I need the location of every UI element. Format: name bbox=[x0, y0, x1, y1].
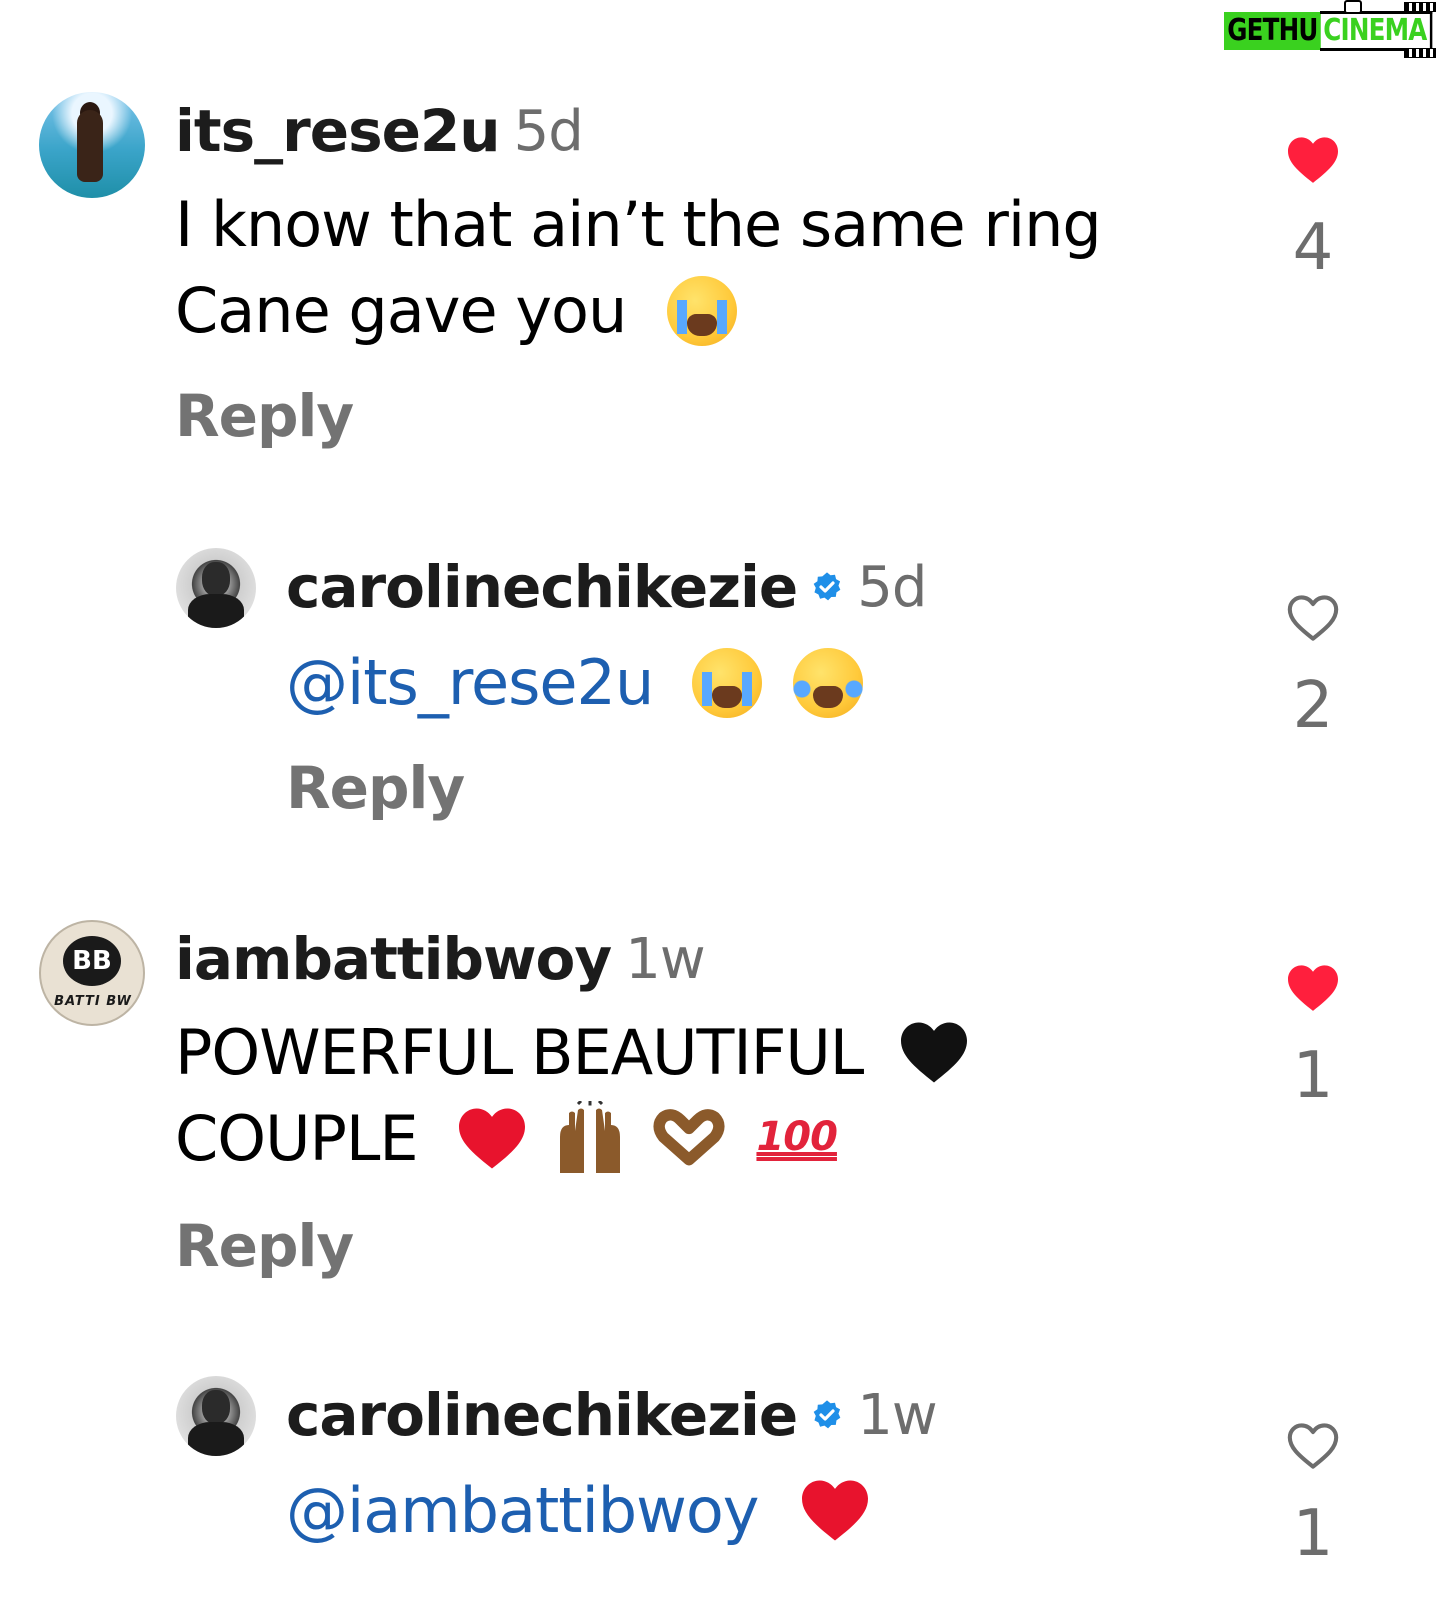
comment-text: @iambattibwoy bbox=[286, 1474, 871, 1551]
black-heart-icon bbox=[901, 1022, 967, 1083]
reply-button[interactable]: Reply bbox=[286, 754, 465, 822]
watermark-left-text: GETHU bbox=[1224, 12, 1321, 50]
comment-text: Cane gave you bbox=[175, 276, 737, 350]
reply-button[interactable]: Reply bbox=[175, 1212, 354, 1280]
camera-icon bbox=[1344, 0, 1362, 14]
comment-line: I know that ain’t the same ring bbox=[175, 188, 1102, 261]
like-control: 1 bbox=[1282, 962, 1344, 1108]
username[interactable]: iambattibwoy bbox=[175, 925, 612, 993]
like-control: 4 bbox=[1282, 134, 1344, 280]
avatar[interactable] bbox=[176, 1376, 256, 1456]
comment-line: COUPLE bbox=[175, 1102, 419, 1175]
comment-line: Cane gave you bbox=[175, 274, 627, 347]
avatar-initials: BB bbox=[63, 936, 121, 986]
mention-link[interactable]: @iambattibwoy bbox=[286, 1474, 759, 1547]
like-count: 2 bbox=[1292, 669, 1334, 743]
comment-line: POWERFUL BEAUTIFUL bbox=[175, 1016, 864, 1089]
comment-header: carolinechikezie 1w bbox=[286, 1381, 938, 1449]
film-strip-icon bbox=[1404, 48, 1436, 58]
avatar[interactable] bbox=[39, 92, 145, 198]
timestamp: 1w bbox=[857, 1382, 937, 1448]
timestamp: 1w bbox=[625, 926, 705, 992]
like-count: 1 bbox=[1292, 1497, 1334, 1571]
username[interactable]: its_rese2u bbox=[175, 97, 501, 165]
heart-filled-icon[interactable] bbox=[1285, 962, 1341, 1012]
mention-link[interactable]: @its_rese2u bbox=[286, 646, 654, 719]
heart-outline-icon[interactable] bbox=[1285, 1420, 1341, 1470]
comment-text: COUPLE 100 bbox=[175, 1100, 838, 1179]
username[interactable]: carolinechikezie bbox=[286, 1381, 798, 1449]
comment-header: iambattibwoy 1w bbox=[175, 925, 706, 993]
comment-text: POWERFUL BEAUTIFUL bbox=[175, 1018, 970, 1093]
verified-badge-icon bbox=[813, 572, 841, 601]
film-strip-icon bbox=[1404, 2, 1436, 12]
watermark-right-text: CINEMA bbox=[1320, 11, 1433, 51]
like-control: 2 bbox=[1282, 592, 1344, 738]
red-heart-icon bbox=[459, 1108, 526, 1169]
timestamp: 5d bbox=[857, 554, 927, 620]
heart-filled-icon[interactable] bbox=[1285, 134, 1341, 184]
username[interactable]: carolinechikezie bbox=[286, 553, 798, 621]
like-count: 4 bbox=[1292, 211, 1334, 285]
watermark-logo: GETHU CINEMA bbox=[1224, 8, 1434, 54]
heart-outline-icon[interactable] bbox=[1285, 592, 1341, 642]
raising-hands-icon bbox=[560, 1100, 621, 1173]
red-heart-icon bbox=[802, 1480, 869, 1541]
heart-hands-icon bbox=[653, 1109, 725, 1166]
avatar[interactable] bbox=[176, 548, 256, 628]
hundred-points-icon: 100 bbox=[756, 1113, 837, 1160]
loudly-crying-face-icon bbox=[692, 647, 763, 718]
loudly-crying-face-icon bbox=[666, 275, 737, 346]
comment-text: @its_rese2u bbox=[286, 646, 865, 722]
reply-button[interactable]: Reply bbox=[175, 382, 354, 450]
timestamp: 5d bbox=[513, 98, 584, 164]
comment-header: its_rese2u 5d bbox=[175, 97, 584, 165]
like-count: 1 bbox=[1292, 1039, 1334, 1113]
avatar[interactable]: BB BATTI BW bbox=[39, 920, 145, 1026]
comment-header: carolinechikezie 5d bbox=[286, 553, 927, 621]
like-control: 1 bbox=[1282, 1420, 1344, 1566]
verified-badge-icon bbox=[813, 1400, 841, 1429]
comment-text: I know that ain’t the same ring bbox=[175, 188, 1102, 261]
avatar-caption: BATTI BW bbox=[54, 994, 132, 1009]
face-with-tears-of-joy-icon bbox=[790, 647, 865, 718]
